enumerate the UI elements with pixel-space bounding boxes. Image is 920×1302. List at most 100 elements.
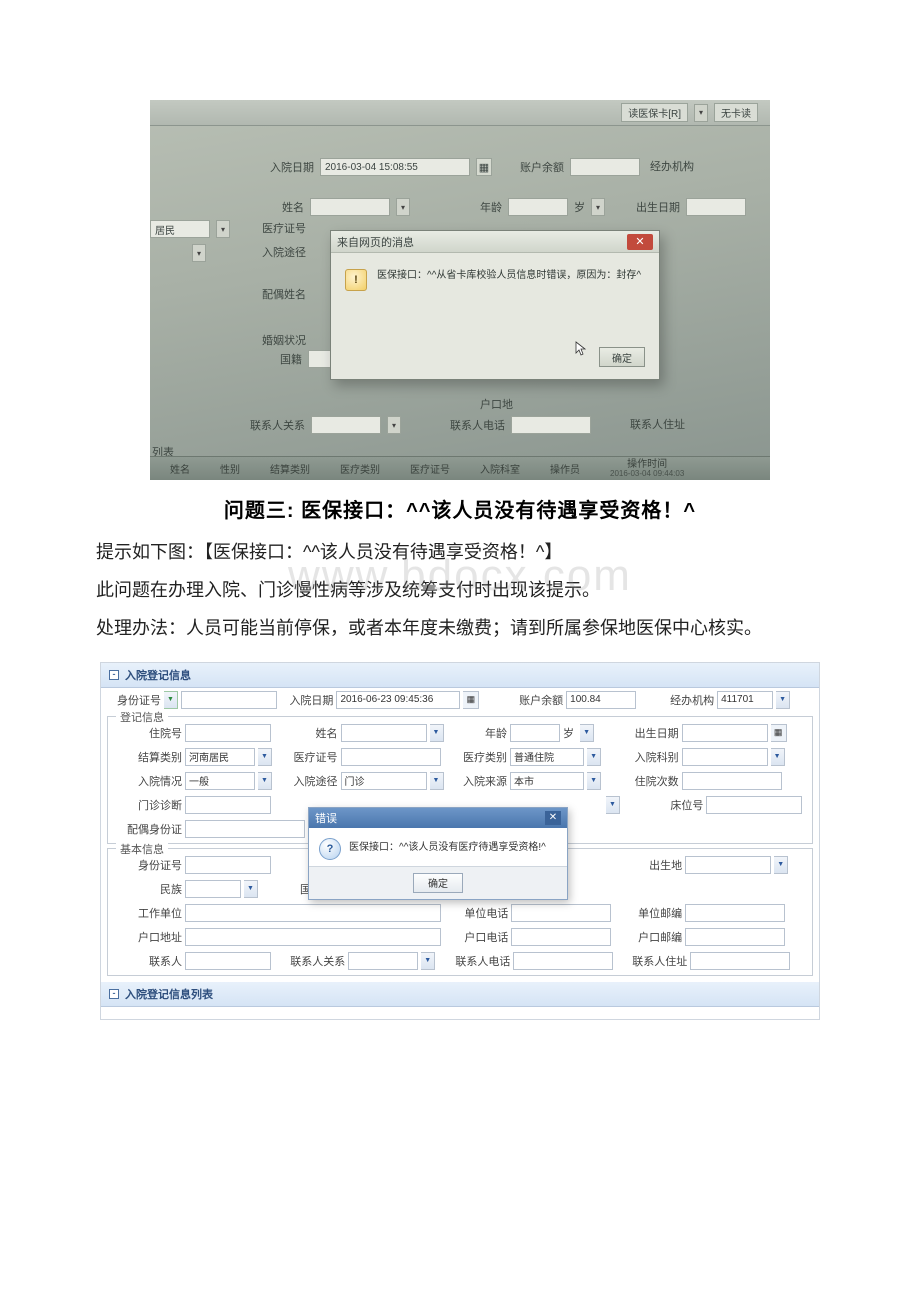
ethnic-label: 民族 — [118, 881, 182, 897]
col-dept: 入院科室 — [480, 461, 520, 476]
birthplace-label: 出生地 — [628, 857, 682, 873]
calendar-icon[interactable]: ▦ — [771, 724, 787, 742]
contact-input[interactable] — [185, 952, 271, 970]
employer-tel-input[interactable] — [511, 904, 611, 922]
age-field — [508, 198, 568, 216]
contact-tel-field — [511, 416, 591, 434]
admit-date-label: 入院日期 — [283, 692, 333, 708]
agency-input[interactable]: 411701 — [717, 691, 773, 709]
group-legend: 登记信息 — [116, 709, 168, 725]
dropdown-icon: ▾ — [396, 198, 410, 216]
contact-tel-label: 联系人电话 — [450, 417, 505, 433]
ins-no-label: 医疗证号 — [290, 749, 338, 765]
bed-input[interactable] — [706, 796, 802, 814]
birthplace-input[interactable] — [685, 856, 771, 874]
dropdown-icon[interactable]: ▼ — [776, 691, 790, 709]
hukou-addr-label: 户口地址 — [118, 929, 182, 945]
status-label: 入院情况 — [118, 773, 182, 789]
dropdown-icon: ▾ — [387, 416, 401, 434]
basic-id-input[interactable] — [185, 856, 271, 874]
spouse-id-input[interactable] — [185, 820, 305, 838]
times-input[interactable] — [682, 772, 782, 790]
question-icon: ? — [319, 838, 341, 860]
employer-input[interactable] — [185, 904, 441, 922]
paragraph-2: 此问题在办理入院、门诊慢性病等涉及统筹支付时出现该提示。 — [60, 573, 860, 607]
contact-addr-label: 联系人住址 — [629, 953, 687, 969]
dropdown-icon: ▾ — [694, 104, 708, 122]
dropdown-icon[interactable]: ▼ — [258, 748, 272, 766]
error-dialog-message: 医保接口：^^该人员没有医疗待遇享受资格!^ — [349, 838, 546, 853]
calendar-icon[interactable]: ▦ — [463, 691, 479, 709]
contact-addr-input[interactable] — [690, 952, 790, 970]
admit-date-input[interactable]: 2016-06-23 09:45:36 — [336, 691, 460, 709]
dob-input[interactable] — [682, 724, 768, 742]
dept-label: 入院科别 — [625, 749, 679, 765]
collapse-icon[interactable]: - — [109, 989, 119, 999]
route-label: 入院途径 — [290, 773, 338, 789]
dropdown-icon[interactable]: ▼ — [587, 772, 601, 790]
admit-date-label: 入院日期 — [270, 159, 314, 175]
dropdown-icon[interactable]: ▼ — [258, 772, 272, 790]
dob-label: 出生日期 — [636, 199, 680, 215]
dropdown-icon[interactable]: ▼ — [421, 952, 435, 970]
hukou-label: 户口地 — [480, 396, 513, 412]
dob-label: 出生日期 — [625, 725, 679, 741]
dropdown-icon[interactable]: ▼ — [244, 880, 258, 898]
ethnic-input[interactable] — [185, 880, 241, 898]
med-type-input[interactable]: 普通住院 — [510, 748, 584, 766]
dropdown-icon[interactable]: ▼ — [587, 748, 601, 766]
diag-input[interactable] — [185, 796, 271, 814]
webpage-message-dialog: 来自网页的消息 ✕ ! 医保接口：^^从省卡库校验人员信息时错误，原因为：封存^… — [330, 230, 660, 380]
nationality-label: 国籍 — [280, 351, 302, 367]
col-settle: 结算类别 — [270, 461, 310, 476]
close-icon[interactable]: ✕ — [627, 234, 653, 250]
warning-icon: ! — [345, 269, 367, 291]
hukou-tel-input[interactable] — [511, 928, 611, 946]
dept-input[interactable] — [682, 748, 768, 766]
contact-rel-input[interactable] — [348, 952, 418, 970]
contact-tel-label: 联系人电话 — [452, 953, 510, 969]
dropdown-icon: ▾ — [192, 244, 206, 262]
dropdown-icon: ▾ — [591, 198, 605, 216]
no-card-chip: 无卡读 — [714, 103, 758, 122]
settle-input[interactable]: 河南居民 — [185, 748, 255, 766]
dropdown-icon[interactable]: ▼ — [606, 796, 620, 814]
employer-label: 工作单位 — [118, 905, 182, 921]
ok-button[interactable]: 确定 — [599, 347, 645, 367]
diag-label: 门诊诊断 — [118, 797, 182, 813]
id-type-label: 身份证号 — [109, 692, 161, 708]
balance-field — [570, 158, 640, 176]
col-sex: 性别 — [220, 461, 240, 476]
bed-label: 床位号 — [652, 797, 703, 813]
collapse-icon[interactable]: - — [109, 670, 119, 680]
dropdown-icon[interactable]: ▼ — [771, 748, 785, 766]
employer-zip-input[interactable] — [685, 904, 785, 922]
dropdown-icon[interactable]: ▼ — [580, 724, 594, 742]
name-input[interactable] — [341, 724, 427, 742]
col-insno: 医疗证号 — [410, 461, 450, 476]
dropdown-icon[interactable]: ▼ — [430, 724, 444, 742]
dropdown-icon[interactable]: ▼ — [430, 772, 444, 790]
status-input[interactable]: 一般 — [185, 772, 255, 790]
close-icon[interactable]: ✕ — [545, 811, 561, 825]
panel-admission-list: - 入院登记信息列表 — [101, 982, 819, 1007]
source-input[interactable]: 本市 — [510, 772, 584, 790]
id-input[interactable] — [181, 691, 277, 709]
spouse-label: 配偶姓名 — [262, 286, 306, 302]
ins-no-input[interactable] — [341, 748, 441, 766]
hukou-addr-input[interactable] — [185, 928, 441, 946]
route-input[interactable]: 门诊 — [341, 772, 427, 790]
marital-label: 婚姻状况 — [262, 332, 306, 348]
hukou-zip-input[interactable] — [685, 928, 785, 946]
med-type-label: 医疗类别 — [459, 749, 507, 765]
ok-button[interactable]: 确定 — [413, 873, 463, 893]
age-unit-label: 岁 — [574, 199, 585, 215]
question-heading: 问题三: 医保接口：^^该人员没有待遇享受资格！^ — [60, 494, 860, 523]
hosp-no-label: 住院号 — [118, 725, 182, 741]
contact-tel-input[interactable] — [513, 952, 613, 970]
hosp-no-input[interactable] — [185, 724, 271, 742]
dropdown-icon[interactable]: ▼ — [164, 691, 178, 709]
dropdown-icon[interactable]: ▼ — [774, 856, 788, 874]
screenshot-photo-1: 读医保卡[R] ▾ 无卡读 入院日期 2016-03-04 15:08:55 ▦… — [150, 100, 770, 480]
age-input[interactable] — [510, 724, 560, 742]
